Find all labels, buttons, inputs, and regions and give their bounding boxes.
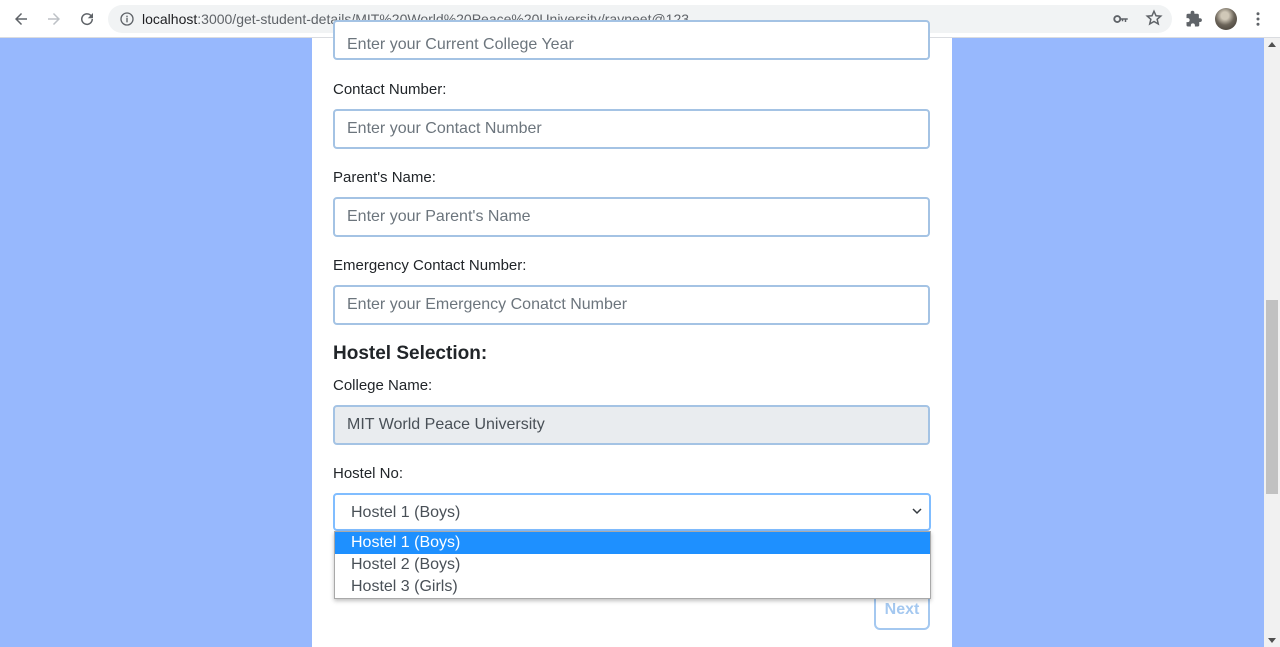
hostel-option[interactable]: Hostel 1 (Boys) [335, 532, 930, 554]
college-name-field: MIT World Peace University [333, 405, 930, 445]
scroll-thumb[interactable] [1266, 300, 1278, 494]
emergency-contact-input[interactable]: Enter your Emergency Conatct Number [333, 285, 930, 325]
profile-avatar[interactable] [1215, 8, 1237, 30]
chevron-down-icon [912, 508, 922, 515]
parent-name-input[interactable]: Enter your Parent's Name [333, 197, 930, 237]
college-name-label: College Name: [333, 377, 433, 394]
contact-number-label: Contact Number: [333, 81, 447, 98]
hostel-no-select[interactable]: Hostel 1 (Boys) [333, 493, 931, 531]
hostel-selected-value: Hostel 1 (Boys) [351, 504, 461, 521]
student-details-form: Enter your Current College Year Contact … [312, 20, 952, 647]
hostel-option[interactable]: Hostel 2 (Boys) [335, 554, 930, 576]
scroll-down-arrow-icon[interactable] [1268, 638, 1276, 643]
extensions-puzzle-icon[interactable] [1182, 7, 1206, 31]
key-icon[interactable] [1112, 10, 1130, 28]
star-icon[interactable] [1145, 9, 1163, 27]
menu-kebab-icon[interactable] [1246, 7, 1270, 31]
contact-number-input[interactable]: Enter your Contact Number [333, 109, 930, 149]
reload-icon[interactable] [75, 7, 99, 31]
back-arrow-icon[interactable] [9, 7, 33, 31]
parent-name-label: Parent's Name: [333, 169, 436, 186]
scroll-up-arrow-icon[interactable] [1268, 42, 1276, 47]
college-year-input[interactable]: Enter your Current College Year [333, 20, 930, 60]
url-host: localhost [142, 11, 198, 27]
hostel-option[interactable]: Hostel 3 (Girls) [335, 576, 930, 598]
page-scrollbar[interactable] [1264, 38, 1280, 647]
emergency-contact-label: Emergency Contact Number: [333, 257, 527, 274]
info-icon[interactable] [119, 11, 135, 27]
hostel-selection-heading: Hostel Selection: [333, 343, 488, 364]
hostel-no-label: Hostel No: [333, 465, 404, 482]
forward-arrow-icon[interactable] [42, 7, 66, 31]
hostel-options-dropdown: Hostel 1 (Boys) Hostel 2 (Boys) Hostel 3… [334, 531, 931, 599]
